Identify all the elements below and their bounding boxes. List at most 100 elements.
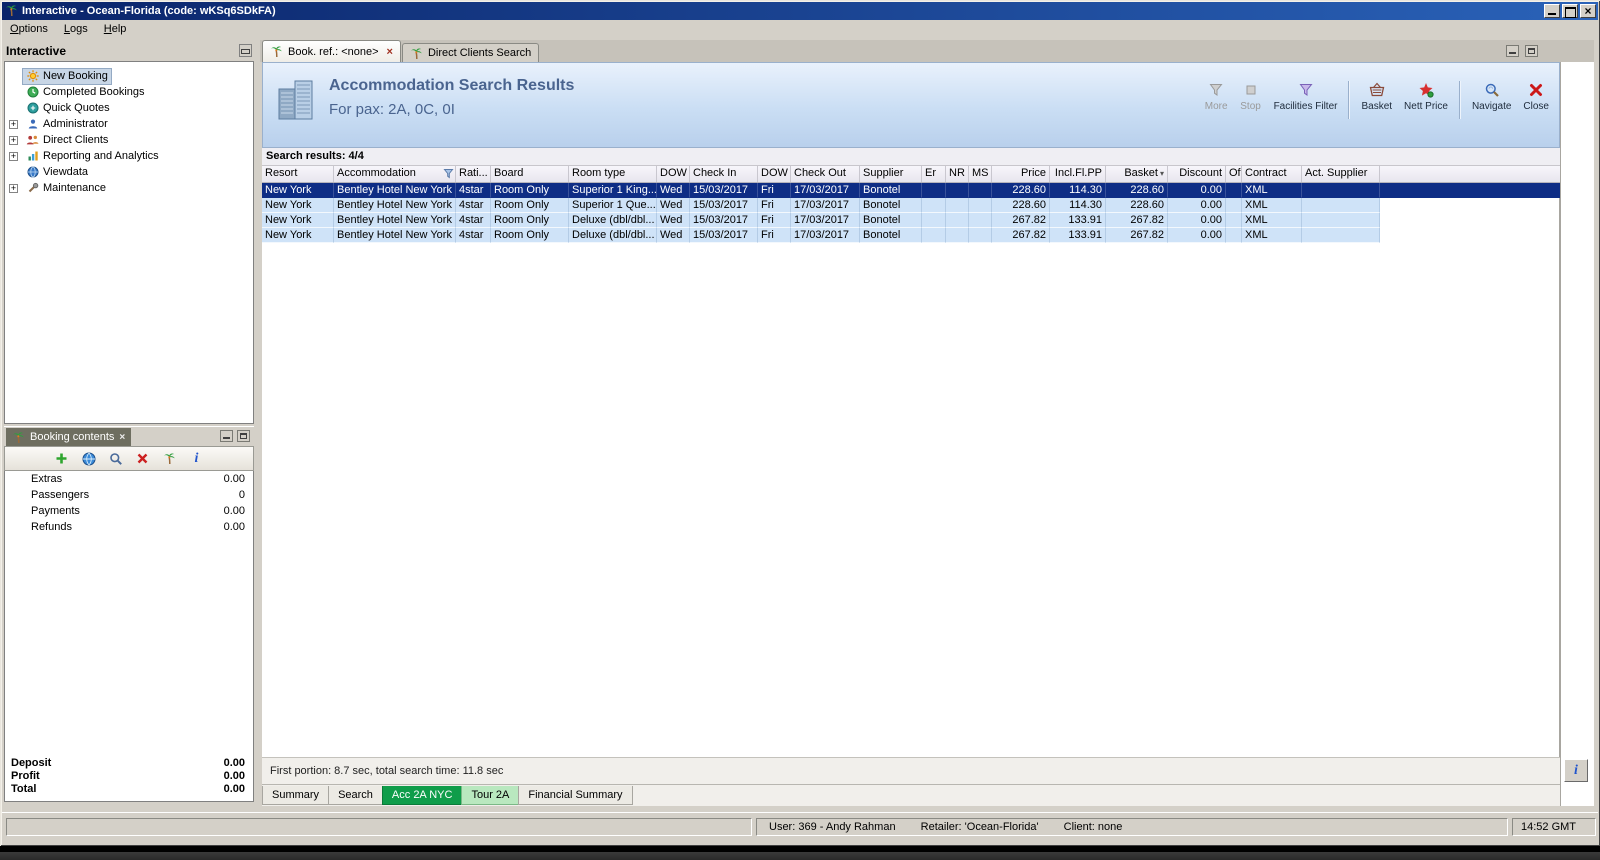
column-header-price[interactable]: Price — [992, 166, 1050, 182]
column-header-of[interactable]: Of — [1226, 166, 1242, 182]
toolbar-button-label: Stop — [1240, 101, 1261, 112]
booking-contents-tab[interactable]: Booking contents × — [6, 428, 132, 446]
tab-direct-clients-search[interactable]: Direct Clients Search — [401, 43, 540, 62]
column-header-er[interactable]: Er — [922, 166, 946, 182]
column-header-accommodation[interactable]: Accommodation — [334, 166, 456, 182]
toolbar-button-label: Nett Price — [1404, 101, 1448, 112]
close-button[interactable] — [1580, 4, 1596, 18]
nett-price-button[interactable]: Nett Price — [1398, 79, 1454, 114]
tree-item-label: Maintenance — [43, 182, 106, 194]
column-header-act-supplier[interactable]: Act. Supplier — [1302, 166, 1380, 182]
main-panel-minimize-icon[interactable] — [1506, 45, 1519, 57]
cell-ms — [969, 183, 992, 198]
table-row[interactable]: New York Bentley Hotel New York 4star Room … — [262, 213, 1560, 228]
menu-logs[interactable]: Logs — [56, 21, 96, 37]
column-header-resort[interactable]: Resort — [262, 166, 334, 182]
column-header-discount[interactable]: Discount — [1168, 166, 1226, 182]
cell-of — [1226, 198, 1242, 213]
world-icon[interactable] — [80, 450, 98, 468]
column-header-rati[interactable]: Rati... — [456, 166, 491, 182]
sidebar-item-viewdata[interactable]: Viewdata — [5, 164, 253, 180]
cell-discount: 0.00 — [1168, 198, 1226, 213]
sidebar-item-reporting-and-analytics[interactable]: + Reporting and Analytics — [5, 148, 253, 164]
expand-icon[interactable]: + — [9, 183, 18, 193]
bottom-tab-summary[interactable]: Summary — [262, 786, 330, 805]
table-row[interactable]: New York Bentley Hotel New York 4star Room … — [262, 228, 1560, 243]
sidebar-item-direct-clients[interactable]: + Direct Clients — [5, 132, 253, 148]
cell-resort: New York — [262, 228, 334, 243]
booking-row-value: 0.00 — [223, 505, 245, 517]
delete-icon[interactable] — [134, 450, 152, 468]
navigate-button[interactable]: Navigate — [1466, 79, 1517, 114]
info-icon: i — [1574, 762, 1578, 778]
table-row[interactable]: New York Bentley Hotel New York 4star Room … — [262, 183, 1560, 198]
main-panel-maximize-icon[interactable] — [1525, 45, 1538, 57]
column-header-incl-fl-pp[interactable]: Incl.Fl.PP — [1050, 166, 1106, 182]
app-window: Interactive - Ocean-Florida (code: wKSq6… — [0, 0, 1600, 846]
bottom-tab-search[interactable]: Search — [328, 786, 383, 805]
column-header-board[interactable]: Board — [491, 166, 569, 182]
cell-supplier: Bonotel — [860, 183, 922, 198]
column-label: DOW — [660, 167, 687, 179]
toolbar-button-label: Navigate — [1471, 101, 1512, 112]
column-header-dow[interactable]: DOW — [657, 166, 690, 182]
expand-icon[interactable]: + — [9, 119, 18, 129]
sidebar-item-administrator[interactable]: + Administrator — [5, 116, 253, 132]
menu-help[interactable]: Help — [96, 21, 135, 37]
menu-options[interactable]: Options — [2, 21, 56, 37]
bottom-tab-tour-2a[interactable]: Tour 2A — [461, 786, 520, 805]
panel-minimize-icon[interactable] — [220, 430, 233, 442]
column-header-supplier[interactable]: Supplier — [860, 166, 922, 182]
column-header-contract[interactable]: Contract — [1242, 166, 1302, 182]
funnel-grey-icon — [1208, 81, 1224, 99]
table-row[interactable]: New York Bentley Hotel New York 4star Room … — [262, 198, 1560, 213]
expand-icon[interactable]: + — [9, 151, 18, 161]
booking-row-label: Extras — [31, 473, 63, 485]
column-header-check-out[interactable]: Check Out — [791, 166, 860, 182]
cell-rati: 4star — [456, 213, 491, 228]
maximize-button[interactable] — [1562, 4, 1578, 18]
cell-contract: XML — [1242, 228, 1302, 243]
column-header-check-in[interactable]: Check In — [690, 166, 758, 182]
search-icon[interactable] — [107, 450, 125, 468]
bottom-tab-acc-2a-nyc[interactable]: Acc 2A NYC — [381, 786, 463, 805]
column-header-nr[interactable]: NR — [946, 166, 969, 182]
sidebar-item-new-booking[interactable]: New Booking — [5, 67, 253, 85]
tab-book-ref-none[interactable]: Book. ref.: <none> × — [262, 40, 401, 62]
clients-icon — [26, 134, 39, 147]
close-button[interactable]: Close — [1517, 79, 1555, 114]
column-header-ms[interactable]: MS — [969, 166, 992, 182]
toolbar-button-label: More — [1204, 101, 1228, 112]
filter-icon[interactable] — [443, 168, 454, 179]
bottom-tab-financial-summary[interactable]: Financial Summary — [518, 786, 633, 805]
column-header-dow[interactable]: DOW — [758, 166, 791, 182]
cell-er — [922, 213, 946, 228]
sidebar-item-completed-bookings[interactable]: Completed Bookings — [5, 84, 253, 100]
panel-maximize-icon[interactable] — [237, 430, 250, 442]
booking-contents-close-icon[interactable]: × — [119, 432, 125, 443]
column-header-room-type[interactable]: Room type — [569, 166, 657, 182]
tab-label: Direct Clients Search — [427, 47, 532, 59]
column-label: Act. Supplier — [1305, 167, 1368, 179]
sidebar-collapse-button[interactable] — [239, 44, 252, 57]
add-icon[interactable] — [53, 450, 71, 468]
column-label: Room type — [572, 167, 626, 179]
cell-of — [1226, 183, 1242, 198]
facilities-filter-button[interactable]: Facilities Filter — [1268, 79, 1344, 114]
cell-dow: Wed — [657, 228, 690, 243]
column-header-basket[interactable]: Basket ▾ — [1106, 166, 1168, 182]
palm-icon[interactable] — [161, 450, 179, 468]
expand-icon[interactable]: + — [9, 135, 18, 145]
minimize-button[interactable] — [1544, 4, 1560, 18]
column-label: Supplier — [863, 167, 904, 179]
basket-button[interactable]: Basket — [1355, 79, 1398, 114]
tab-close-icon[interactable]: × — [387, 46, 393, 58]
cell-er — [922, 228, 946, 243]
info-icon[interactable]: i — [188, 450, 206, 468]
tree-item-content: New Booking — [22, 67, 112, 85]
booking-total-total: Total 0.00 — [5, 783, 253, 796]
sidebar-item-maintenance[interactable]: + Maintenance — [5, 180, 253, 196]
info-button[interactable]: i — [1564, 759, 1588, 782]
nett-price-icon — [1418, 81, 1434, 99]
sidebar-item-quick-quotes[interactable]: Quick Quotes — [5, 100, 253, 116]
